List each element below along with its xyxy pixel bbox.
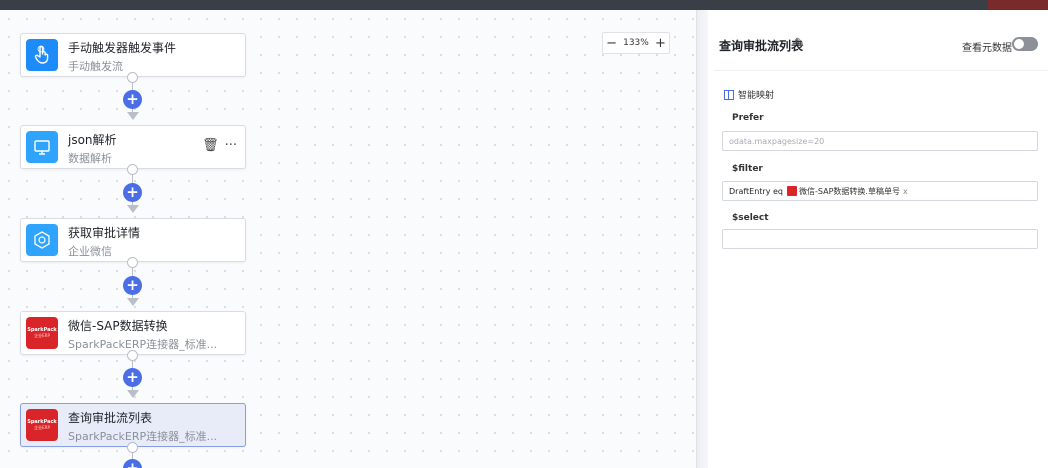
select-input[interactable]: [722, 229, 1038, 249]
monitor-icon: [26, 131, 58, 163]
properties-panel: 查询审批流列表 ✎ 查看元数据 智能映射 Prefer odata.maxpag…: [708, 10, 1048, 468]
arrow-down-icon: [127, 205, 139, 213]
add-step-button[interactable]: +: [123, 276, 142, 295]
top-bar: [0, 0, 1048, 10]
prefer-input[interactable]: odata.maxpagesize=20: [722, 131, 1038, 151]
node-subtitle: SparkPackERP连接器_标准...: [68, 430, 218, 443]
toggle-knob: [1014, 39, 1024, 49]
node-subtitle: 手动触发流: [68, 60, 123, 73]
smart-mapping-button[interactable]: 智能映射: [724, 88, 774, 101]
arrow-down-icon: [127, 112, 139, 120]
variable-tag[interactable]: 微信-SAP数据转换.草稿单号 x: [787, 186, 908, 197]
logo-subtext: 企业ERP: [34, 332, 50, 338]
zoom-in-button[interactable]: +: [655, 37, 666, 50]
output-port[interactable]: [127, 257, 138, 268]
node-actions: 🗑 ···: [202, 138, 237, 153]
hexagon-icon: [26, 224, 58, 256]
prefer-label: Prefer: [732, 113, 764, 123]
logo-subtext: 企业ERP: [34, 424, 50, 430]
edit-icon[interactable]: ✎: [794, 36, 805, 51]
sparkpack-logo: SparkPack 企业ERP: [26, 317, 58, 349]
filter-value: DraftEntry eq: [729, 186, 783, 196]
flow-node-manual-trigger[interactable]: 手动触发器触发事件 手动触发流: [20, 33, 246, 77]
zoom-out-button[interactable]: −: [606, 37, 617, 50]
flow-node-wechat-sap-convert[interactable]: SparkPack 企业ERP 微信-SAP数据转换 SparkPackERP连…: [20, 311, 246, 355]
select-label: $select: [732, 213, 769, 223]
zoom-control: − 133% +: [602, 32, 670, 54]
node-title: 获取审批详情: [68, 226, 141, 240]
metadata-toggle-label: 查看元数据: [962, 43, 1012, 54]
sparkpack-logo: SparkPack 企业ERP: [26, 409, 58, 441]
add-step-button[interactable]: +: [123, 368, 142, 387]
output-port[interactable]: [127, 164, 138, 175]
flow-node-json-parse[interactable]: json解析 数据解析 🗑 ···: [20, 125, 246, 169]
variable-tag-label: 微信-SAP数据转换.草稿单号: [799, 186, 900, 196]
metadata-toggle[interactable]: [1012, 37, 1038, 51]
sparkpack-tag-icon: [787, 186, 797, 196]
panel-body: 智能映射 Prefer odata.maxpagesize=20 $filter…: [714, 70, 1048, 468]
flow-node-query-approval-list[interactable]: SparkPack 企业ERP 查询审批流列表 SparkPackERP连接器_…: [20, 403, 246, 447]
node-title: json解析: [68, 133, 117, 147]
more-options-icon[interactable]: ···: [225, 138, 237, 153]
output-port[interactable]: [127, 72, 138, 83]
smart-mapping-label: 智能映射: [738, 91, 775, 101]
output-port[interactable]: [127, 442, 138, 453]
panel-title: 查询审批流列表: [719, 39, 804, 53]
node-title: 查询审批流列表: [68, 411, 153, 425]
filter-label: $filter: [732, 164, 763, 174]
top-bar-accent: [988, 0, 1048, 10]
filter-input[interactable]: DraftEntry eq 微信-SAP数据转换.草稿单号 x: [722, 181, 1038, 201]
node-subtitle: SparkPackERP连接器_标准...: [68, 338, 218, 351]
add-step-button[interactable]: +: [123, 183, 142, 202]
output-port[interactable]: [127, 350, 138, 361]
tag-close-icon[interactable]: x: [903, 187, 908, 196]
mapping-icon: [724, 89, 734, 100]
zoom-level: 133%: [623, 38, 649, 48]
node-title: 微信-SAP数据转换: [68, 319, 168, 333]
add-step-button[interactable]: +: [123, 90, 142, 109]
node-title: 手动触发器触发事件: [68, 41, 177, 55]
arrow-down-icon: [127, 390, 139, 398]
node-subtitle: 企业微信: [68, 245, 112, 258]
node-subtitle: 数据解析: [68, 152, 112, 165]
prefer-placeholder: odata.maxpagesize=20: [729, 136, 825, 146]
hand-pointer-icon: [26, 39, 58, 71]
panel-resize-handle[interactable]: [696, 10, 708, 468]
flow-node-approval-detail[interactable]: 获取审批详情 企业微信: [20, 218, 246, 262]
arrow-down-icon: [127, 298, 139, 306]
trash-icon[interactable]: 🗑: [202, 138, 219, 153]
